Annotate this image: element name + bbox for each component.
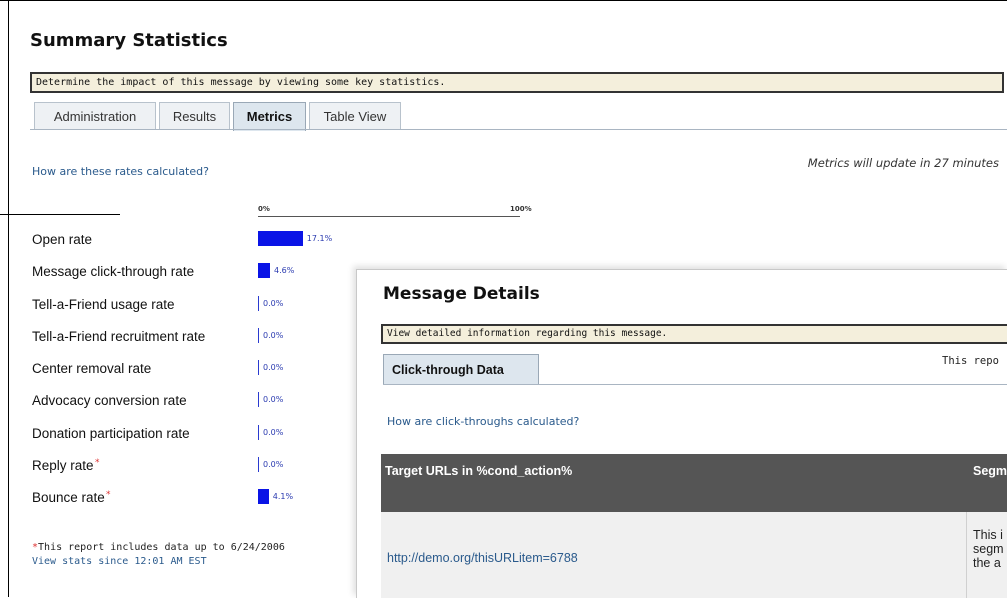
report-footnote: *This report includes data up to 6/24/20… xyxy=(32,541,285,569)
page-description: Determine the impact of this message by … xyxy=(30,72,1004,93)
metric-row: Donation participation rate 0.0% xyxy=(32,422,362,444)
rates-calculation-link[interactable]: How are these rates calculated? xyxy=(32,165,209,178)
metric-row: Message click-through rate 4.6% xyxy=(32,260,362,282)
view-stats-link[interactable]: View stats since 12:01 AM EST xyxy=(32,555,285,569)
report-note: This repo xyxy=(942,355,999,367)
metric-value: 0.0% xyxy=(263,331,284,340)
segment-line: This i xyxy=(973,528,1003,542)
metric-label: Reply rate xyxy=(32,458,94,473)
metric-value: 0.0% xyxy=(263,428,284,437)
metric-row: Tell-a-Friend recruitment rate 0.0% xyxy=(32,325,362,347)
metric-row: Center removal rate 0.0% xyxy=(32,357,362,379)
metric-bar xyxy=(258,231,303,246)
target-url-link[interactable]: http://demo.org/thisURLitem=6788 xyxy=(387,551,578,565)
footnote-text: This report includes data up to 6/24/200… xyxy=(38,542,285,553)
tab-table-view[interactable]: Table View xyxy=(309,102,401,130)
metric-label: Tell-a-Friend recruitment rate xyxy=(32,329,206,344)
metric-bar-empty xyxy=(258,328,259,343)
tab-administration[interactable]: Administration xyxy=(34,102,156,130)
metric-value: 4.1% xyxy=(272,492,294,501)
table-header: Target URLs in %cond_action% Segme xyxy=(381,454,1007,512)
message-details-description: View detailed information regarding this… xyxy=(381,324,1007,344)
metric-bar xyxy=(258,489,269,504)
metric-label: Open rate xyxy=(32,232,93,247)
message-details-panel: Message Details View detailed informatio… xyxy=(356,269,1007,598)
callout-line xyxy=(0,214,120,215)
metric-bar-empty xyxy=(258,425,259,440)
scale-axis xyxy=(258,216,520,217)
scale-min-label: 0% xyxy=(258,205,270,213)
metric-value: 0.0% xyxy=(263,460,284,469)
metric-bar-empty xyxy=(258,392,259,407)
metric-value: 0.0% xyxy=(263,299,284,308)
metric-label: Bounce rate xyxy=(32,490,105,505)
metric-value: 4.6% xyxy=(274,266,295,275)
scale-max-label: 100% xyxy=(510,205,532,213)
percent-scale: 0% 100% xyxy=(258,205,532,219)
page-title: Summary Statistics xyxy=(30,30,228,51)
metric-asterisk: * xyxy=(106,490,111,500)
metric-value: 0.0% xyxy=(263,395,284,404)
segment-line: the a xyxy=(973,556,1001,570)
metric-label: Message click-through rate xyxy=(32,264,195,279)
metric-row: Reply rate * 0.0% xyxy=(32,454,362,476)
metric-asterisk: * xyxy=(95,458,100,468)
metric-label: Tell-a-Friend usage rate xyxy=(32,297,175,312)
metric-value: 17.1% xyxy=(306,234,333,243)
metric-bar-empty xyxy=(258,296,259,311)
tab-results[interactable]: Results xyxy=(159,102,230,130)
metric-bar xyxy=(258,263,271,278)
metric-row: Open rate 17.1% xyxy=(32,228,362,250)
column-divider xyxy=(966,512,967,598)
segment-line: segm xyxy=(973,542,1004,556)
message-details-title: Message Details xyxy=(383,284,540,304)
metric-bar-empty xyxy=(258,360,259,375)
column-header-segment: Segme xyxy=(973,464,1007,478)
panel-tab-underline xyxy=(383,384,1007,385)
metric-label: Center removal rate xyxy=(32,361,152,376)
tab-metrics[interactable]: Metrics xyxy=(233,102,306,131)
tab-click-through-data[interactable]: Click-through Data xyxy=(383,354,539,385)
column-header-target-urls: Target URLs in %cond_action% xyxy=(385,464,573,478)
metric-row: Tell-a-Friend usage rate 0.0% xyxy=(32,293,362,315)
metrics-update-note: Metrics will update in 27 minutes xyxy=(807,156,999,170)
metric-value: 0.0% xyxy=(263,363,284,372)
segment-cell: This i segm the a xyxy=(973,528,1007,570)
tab-underline xyxy=(30,129,1007,130)
frame-left-border xyxy=(8,0,9,597)
frame-top-border xyxy=(0,0,1007,1)
metric-row: Advocacy conversion rate 0.0% xyxy=(32,389,362,411)
metric-label: Advocacy conversion rate xyxy=(32,393,187,408)
metric-row: Bounce rate * 4.1% xyxy=(32,486,362,508)
table-row: http://demo.org/thisURLitem=6788 This i … xyxy=(381,512,1007,598)
metric-bar-empty xyxy=(258,457,259,472)
click-throughs-calculation-link[interactable]: How are click-throughs calculated? xyxy=(387,415,579,428)
metric-label: Donation participation rate xyxy=(32,426,190,441)
